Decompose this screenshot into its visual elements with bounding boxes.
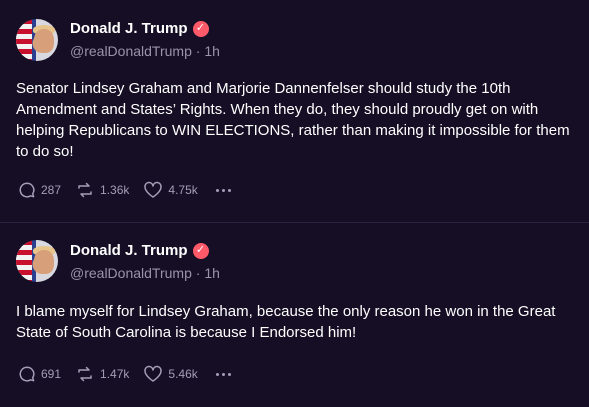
like-icon	[144, 181, 163, 198]
author-name[interactable]: Donald J. Trump	[70, 20, 188, 37]
post-card[interactable]: Donald J. Trump ✓ @realDonaldTrump · 1h …	[0, 223, 589, 407]
author-row[interactable]: Donald J. Trump ✓	[70, 242, 209, 259]
more-icon-dot	[221, 372, 225, 376]
more-icon-dot	[227, 188, 231, 192]
reply-count: 287	[41, 183, 62, 197]
post-actions: 287 1.36k 4.75k	[18, 181, 234, 199]
post-time[interactable]: 1h	[204, 265, 220, 281]
like-count: 5.46k	[168, 367, 198, 381]
reply-icon	[19, 182, 35, 198]
retruth-icon	[78, 182, 92, 198]
more-button[interactable]	[215, 188, 234, 192]
post-text: I blame myself for Lindsey Graham, becau…	[16, 303, 556, 341]
avatar[interactable]	[16, 19, 58, 61]
author-row[interactable]: Donald J. Trump ✓	[70, 20, 209, 37]
reply-count: 691	[41, 367, 62, 381]
retruth-icon	[78, 366, 92, 382]
more-icon	[215, 372, 219, 376]
handle-row: @realDonaldTrump · 1h	[70, 265, 220, 281]
like-button[interactable]: 4.75k	[143, 181, 198, 199]
post-time[interactable]: 1h	[204, 43, 220, 59]
face	[34, 29, 54, 53]
author-name[interactable]: Donald J. Trump	[70, 242, 188, 259]
post-card[interactable]: Donald J. Trump ✓ @realDonaldTrump · 1h …	[0, 0, 589, 222]
more-icon-dot	[227, 372, 231, 376]
reply-button[interactable]: 691	[18, 365, 61, 383]
more-button[interactable]	[215, 372, 234, 376]
face	[34, 250, 54, 274]
retruth-button[interactable]: 1.36k	[75, 181, 129, 199]
retruth-count: 1.47k	[100, 367, 130, 381]
like-count: 4.75k	[168, 183, 198, 197]
post-actions: 691 1.47k 5.46k	[18, 365, 234, 383]
avatar[interactable]	[16, 240, 58, 282]
flag-stripes	[16, 19, 32, 61]
post-text: Senator Lindsey Graham and Marjorie Dann…	[16, 80, 570, 160]
like-button[interactable]: 5.46k	[143, 365, 198, 383]
reply-button[interactable]: 287	[18, 181, 61, 199]
verified-icon: ✓	[192, 242, 209, 259]
handle-row: @realDonaldTrump · 1h	[70, 43, 220, 59]
flag-stripes	[16, 240, 32, 282]
verified-icon: ✓	[192, 20, 209, 37]
author-handle[interactable]: @realDonaldTrump	[70, 43, 192, 59]
more-icon-dot	[221, 188, 225, 192]
author-handle[interactable]: @realDonaldTrump	[70, 265, 192, 281]
retruth-button[interactable]: 1.47k	[75, 365, 129, 383]
retruth-count: 1.36k	[100, 183, 130, 197]
more-icon	[215, 188, 219, 192]
reply-icon	[19, 366, 35, 382]
like-icon	[144, 365, 163, 382]
